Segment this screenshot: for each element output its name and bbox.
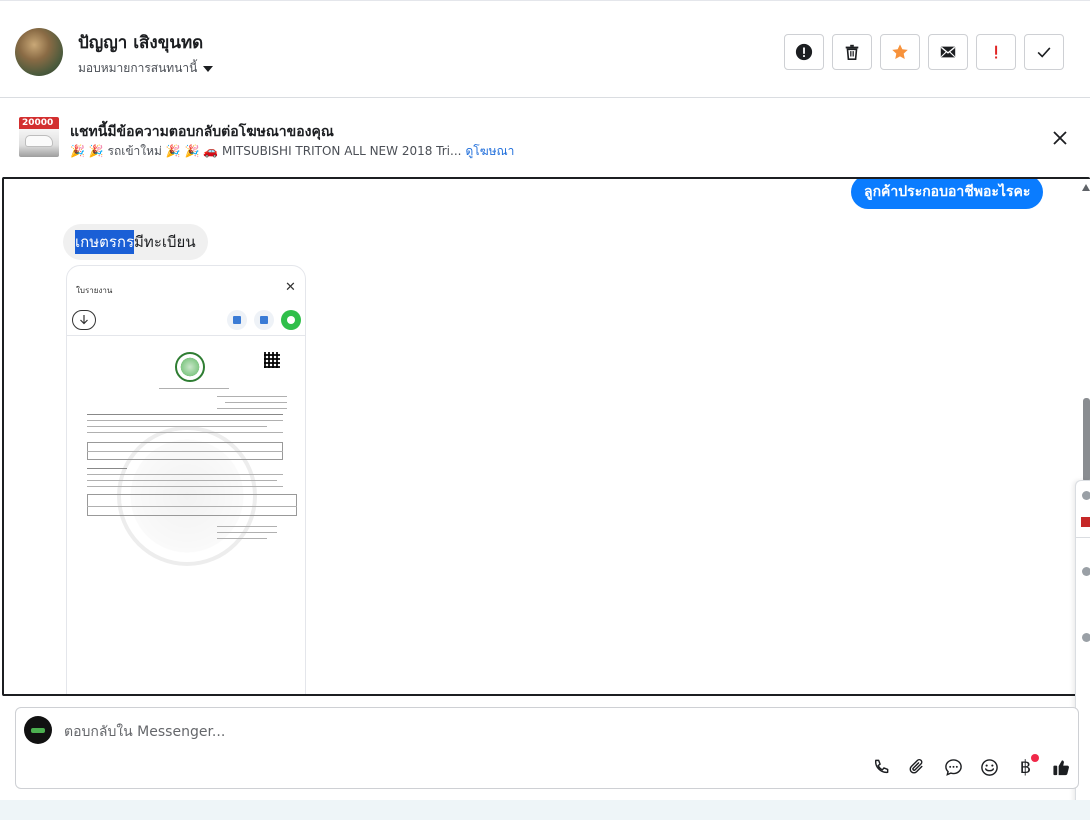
notification-dot (1031, 754, 1039, 762)
payment-icon: ฿ (1019, 757, 1032, 778)
message-text: มีทะเบียน (134, 233, 196, 251)
side-avatar (1082, 633, 1090, 642)
caret-down-icon (203, 65, 214, 72)
like-button[interactable] (1050, 756, 1073, 779)
mail-icon (940, 46, 956, 58)
assign-dropdown[interactable]: มอบหมายการสนทนานี้ (78, 59, 214, 78)
emoji-icon (981, 759, 998, 776)
close-icon (1053, 131, 1067, 145)
outgoing-message[interactable]: ลูกค้าประกอบอาชีพอะไรคะ (851, 179, 1044, 209)
selected-text[interactable]: เกษตรกร (75, 230, 135, 254)
qr-code-icon (264, 352, 280, 368)
header-actions (784, 34, 1064, 70)
attach-icon (909, 758, 923, 774)
mark-unread-button[interactable] (928, 34, 968, 70)
copy-icon (254, 310, 274, 330)
image-close-icon: ✕ (285, 280, 296, 295)
phone-icon (875, 759, 889, 773)
conversation-header: ปัญญา เสิงขุนทด มอบหมายการสนทนานี้ (0, 0, 1090, 98)
star-button[interactable] (880, 34, 920, 70)
ad-banner-subtitle: 🎉 🎉 รถเข้าใหม่ 🎉 🎉 🚗 MITSUBISHI TRITON A… (70, 142, 514, 161)
contact-name[interactable]: ปัญญา เสิงขุนทด (78, 29, 203, 56)
car-image (25, 135, 53, 147)
delete-button[interactable] (832, 34, 872, 70)
important-icon (995, 45, 998, 59)
scrollbar-thumb[interactable] (1083, 398, 1090, 482)
ad-thumbnail[interactable]: 20000 (19, 117, 59, 157)
emblem-icon (175, 352, 205, 382)
download-icon (72, 310, 96, 330)
done-icon (1037, 47, 1051, 58)
attach-button[interactable] (906, 756, 929, 779)
image-header: ใบรายงาน ✕ (67, 266, 305, 336)
emoji-button[interactable] (978, 756, 1001, 779)
spam-icon (795, 43, 813, 61)
image-attachment[interactable]: ใบรายงาน ✕ (66, 265, 306, 694)
assign-label: มอบหมายการสนทนานี้ (78, 61, 198, 75)
like-icon (1053, 760, 1069, 776)
mark-done-button[interactable] (1024, 34, 1064, 70)
side-avatar (1082, 491, 1090, 500)
side-avatar (1082, 567, 1090, 576)
document-image (67, 336, 305, 694)
message-thread[interactable]: ลูกค้าประกอบอาชีพอะไรคะ เกษตรกร มีทะเบียน… (2, 177, 1090, 696)
call-button[interactable] (870, 756, 893, 779)
trash-icon (845, 44, 859, 61)
composer-tools: ฿ (870, 754, 1073, 779)
view-ad-link[interactable]: ดูโฆษณา (465, 144, 514, 158)
important-button[interactable] (976, 34, 1016, 70)
star-icon (892, 44, 908, 60)
ad-banner-title: แชทนี้มีข้อความตอบกลับต่อโฆษณาของคุณ (70, 124, 334, 140)
ad-description: 🎉 🎉 รถเข้าใหม่ 🎉 🎉 🚗 MITSUBISHI TRITON A… (70, 144, 462, 158)
payment-button[interactable]: ฿ (1014, 754, 1039, 779)
reply-composer: ฿ (15, 707, 1079, 789)
line-icon (281, 310, 301, 330)
side-divider (1076, 537, 1090, 538)
chat-bubble-icon (945, 759, 962, 776)
doc-icon (227, 310, 247, 330)
side-thumbnail (1081, 517, 1090, 527)
image-title: ใบรายงาน (76, 286, 113, 295)
saved-replies-button[interactable] (942, 756, 965, 779)
footer-band (0, 800, 1090, 820)
spam-button[interactable] (784, 34, 824, 70)
avatar[interactable] (15, 28, 63, 76)
scroll-up-arrow[interactable] (1082, 184, 1090, 191)
page-avatar (24, 716, 52, 744)
incoming-message[interactable]: เกษตรกร มีทะเบียน (63, 224, 208, 260)
close-banner-button[interactable] (1050, 128, 1070, 148)
reply-input[interactable] (64, 722, 764, 742)
ad-thumb-text: 20000 (22, 118, 54, 128)
